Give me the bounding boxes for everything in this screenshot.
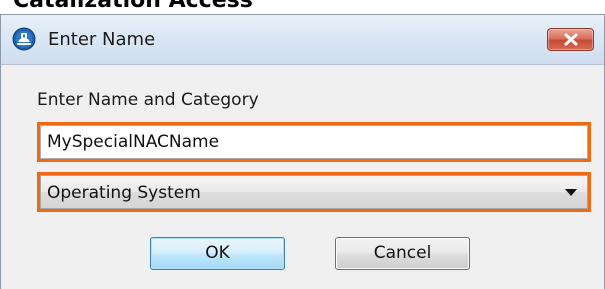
name-input-highlight	[37, 122, 591, 162]
close-button[interactable]	[547, 28, 594, 51]
dialog-body: Enter Name and Category Operating System…	[1, 65, 604, 289]
ok-button[interactable]: OK	[150, 237, 285, 270]
close-icon	[564, 33, 578, 46]
app-cog-icon	[12, 27, 36, 51]
prompt-label: Enter Name and Category	[37, 90, 259, 110]
name-input[interactable]	[40, 125, 588, 159]
dialog-titlebar[interactable]: Enter Name	[1, 15, 604, 65]
category-selected-value: Operating System	[47, 183, 201, 203]
category-select[interactable]: Operating System	[40, 175, 588, 209]
screenshot-page: Catalization Access Enter Name Enter Nam…	[0, 0, 605, 289]
cancel-button[interactable]: Cancel	[335, 237, 470, 270]
category-select-highlight: Operating System	[37, 172, 591, 212]
dialog-title: Enter Name	[48, 29, 156, 50]
background-heading: Catalization Access	[13, 0, 253, 13]
enter-name-dialog: Enter Name Enter Name and Category Opera…	[0, 14, 605, 289]
chevron-down-icon	[565, 189, 577, 196]
